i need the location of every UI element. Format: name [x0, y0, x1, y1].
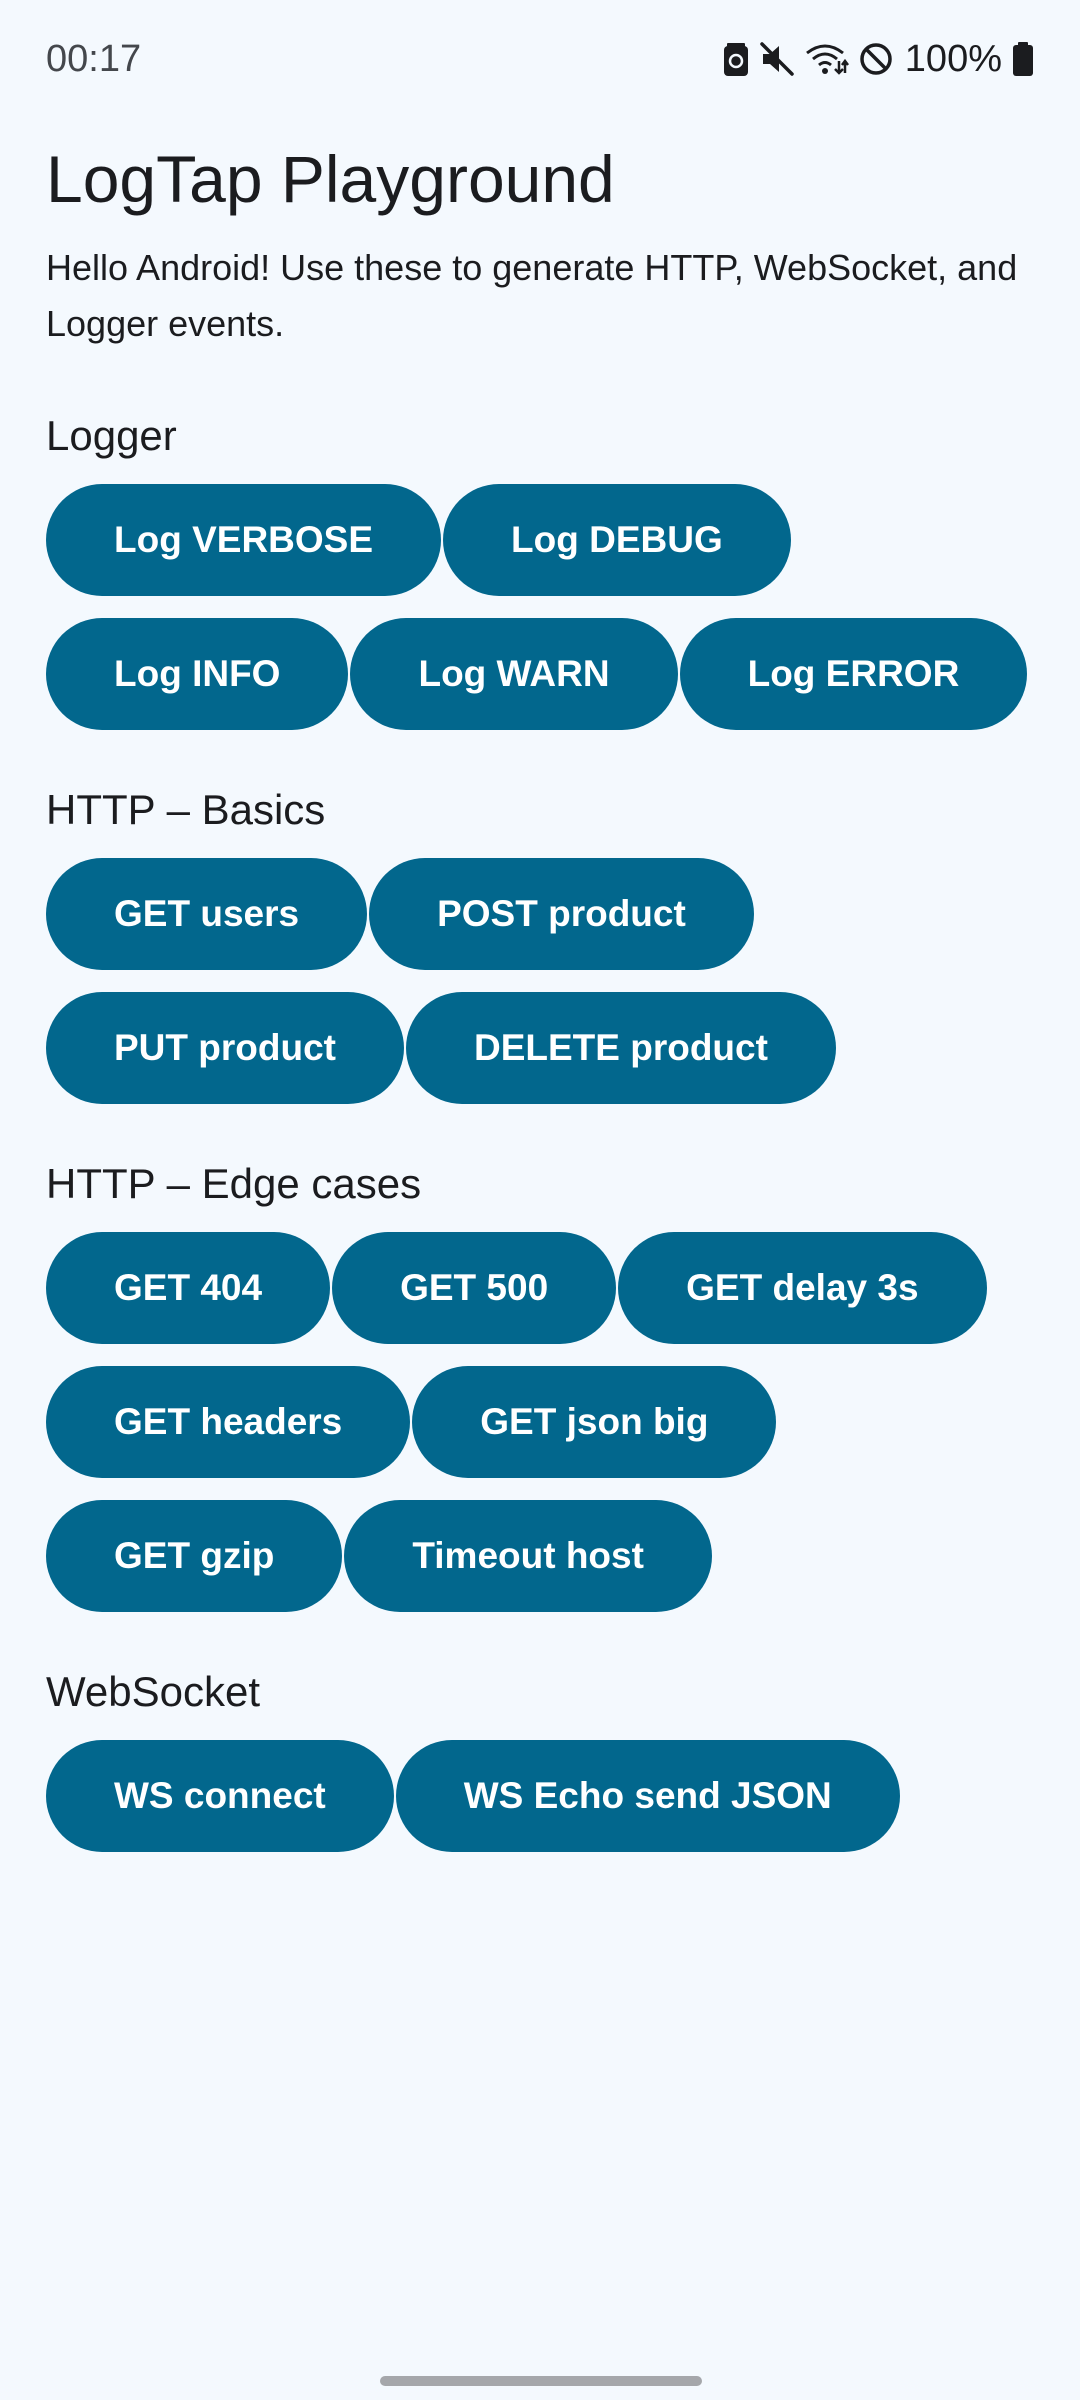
main-content: LogTap Playground Hello Android! Use the… [46, 138, 1046, 1852]
get-404-button[interactable]: GET 404 [46, 1232, 331, 1344]
page-title: LogTap Playground [46, 142, 615, 216]
section-heading-http-basics: HTTP – Basics [46, 786, 326, 833]
battery-icon [1012, 41, 1034, 77]
mute-icon [759, 41, 795, 77]
get-json-big-button[interactable]: GET json big [412, 1366, 777, 1478]
section-heading-http-edge-cases: HTTP – Edge cases [46, 1160, 422, 1207]
battery-percent: 100% [904, 37, 1002, 80]
section-logger: Logger Log VERBOSE Log DEBUG Log INFO Lo… [46, 408, 1046, 730]
button-row: WS connect WS Echo send JSON [46, 1740, 1046, 1852]
button-row: Log VERBOSE Log DEBUG [46, 484, 1046, 596]
button-row: GET headers GET json big [46, 1366, 1046, 1478]
get-500-button[interactable]: GET 500 [332, 1232, 617, 1344]
status-icons: 100% [723, 38, 1034, 81]
ws-echo-send-json-button[interactable]: WS Echo send JSON [395, 1740, 900, 1852]
home-indicator[interactable] [380, 2376, 702, 2386]
timeout-host-button[interactable]: Timeout host [344, 1500, 712, 1612]
section-http-basics: HTTP – Basics GET users POST product PUT… [46, 782, 1046, 1104]
button-row: PUT product DELETE product [46, 992, 1046, 1104]
delete-product-button[interactable]: DELETE product [405, 992, 836, 1104]
log-verbose-button[interactable]: Log VERBOSE [46, 484, 442, 596]
section-heading-websocket: WebSocket [46, 1668, 260, 1715]
get-delay-button[interactable]: GET delay 3s [618, 1232, 987, 1344]
section-websocket: WebSocket WS connect WS Echo send JSON [46, 1664, 1046, 1852]
page-subtitle: Hello Android! Use these to generate HTT… [46, 247, 1018, 344]
button-row: Log INFO Log WARN Log ERROR [46, 618, 1046, 730]
do-not-disturb-icon [859, 42, 893, 76]
log-warn-button[interactable]: Log WARN [350, 618, 678, 730]
status-bar: 00:17 100% [0, 0, 1080, 118]
ws-connect-button[interactable]: WS connect [46, 1740, 394, 1852]
section-http-edge-cases: HTTP – Edge cases GET 404 GET 500 GET de… [46, 1156, 1046, 1612]
log-debug-button[interactable]: Log DEBUG [443, 484, 791, 596]
log-error-button[interactable]: Log ERROR [679, 618, 1028, 730]
log-info-button[interactable]: Log INFO [46, 618, 349, 730]
status-time: 00:17 [46, 37, 142, 80]
post-product-button[interactable]: POST product [369, 858, 754, 970]
put-product-button[interactable]: PUT product [46, 992, 404, 1104]
wifi-icon [805, 41, 849, 77]
section-heading-logger: Logger [46, 412, 177, 459]
button-row: GET 404 GET 500 GET delay 3s [46, 1232, 1046, 1344]
get-users-button[interactable]: GET users [46, 858, 368, 970]
button-row: GET users POST product [46, 858, 1046, 970]
get-headers-button[interactable]: GET headers [46, 1366, 411, 1478]
get-gzip-button[interactable]: GET gzip [46, 1500, 343, 1612]
button-row: GET gzip Timeout host [46, 1500, 1046, 1612]
battery-saver-icon [723, 41, 749, 77]
